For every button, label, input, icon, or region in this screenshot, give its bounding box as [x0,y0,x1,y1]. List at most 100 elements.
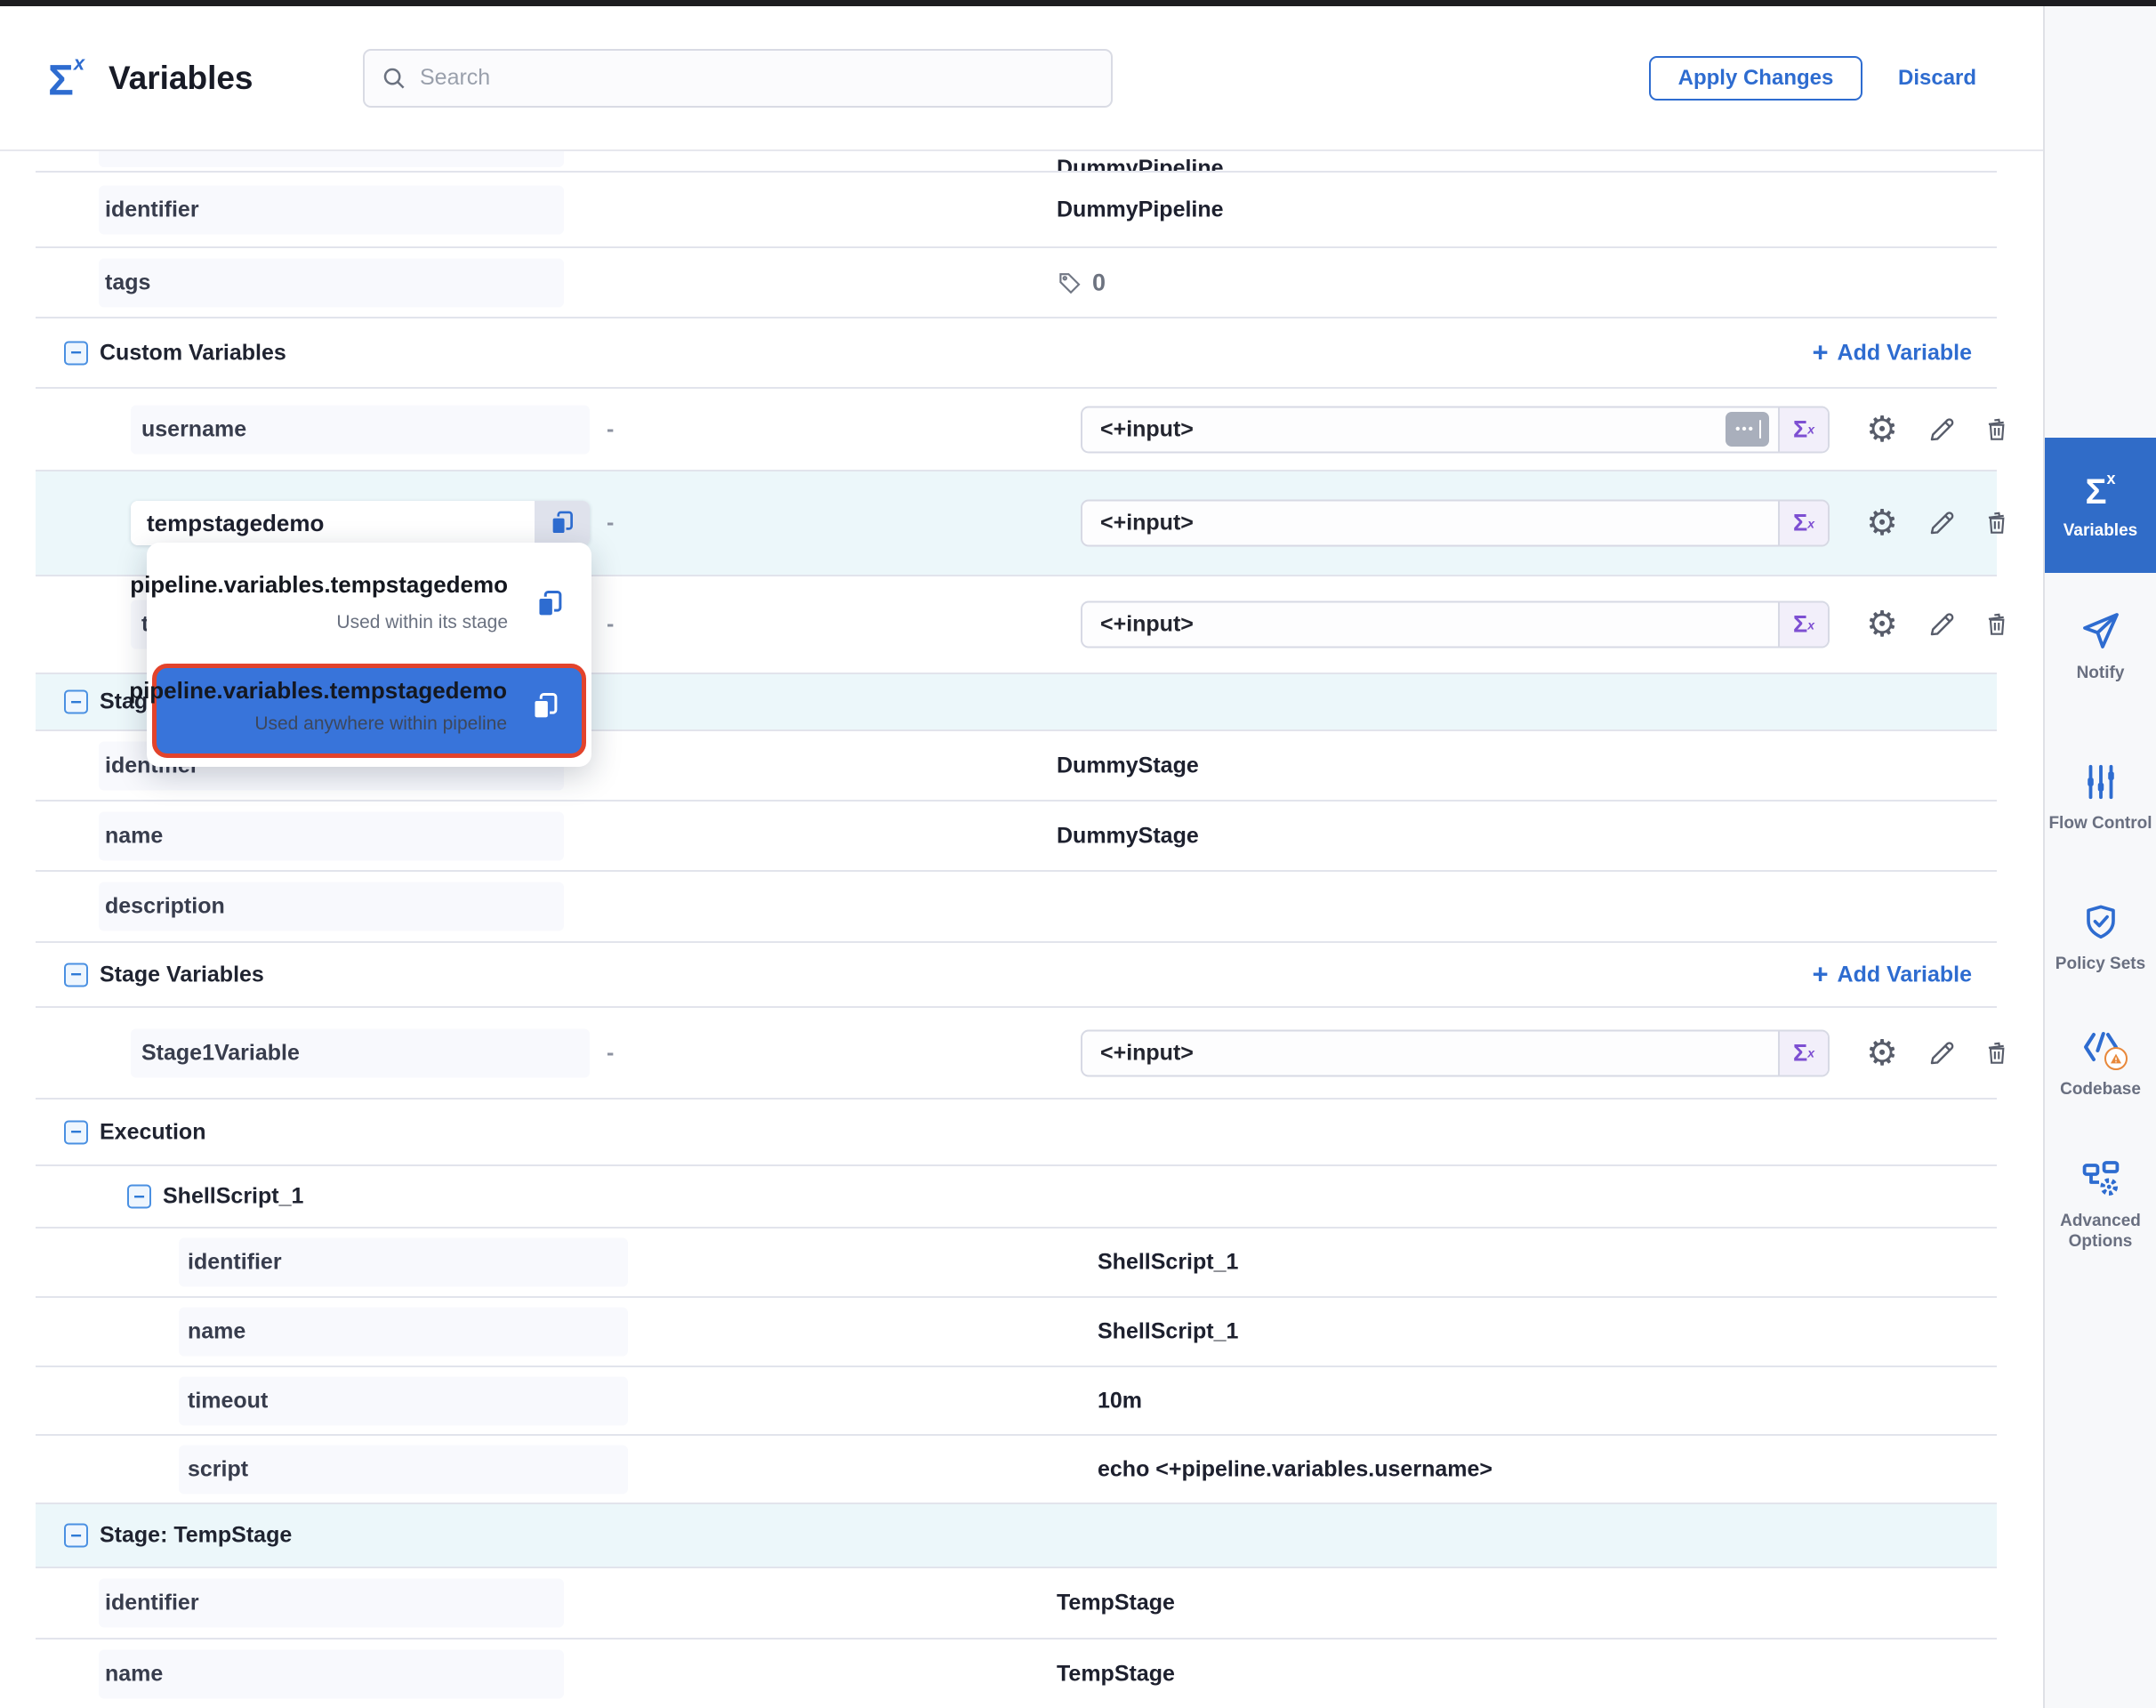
search-box[interactable] [363,49,1113,108]
sidebar-item-notify[interactable]: Notify [2045,595,2156,697]
table-row: name DummyStage [36,802,1997,872]
variables-table: DummyPipeline identifier DummyPipeline t… [36,151,1997,1708]
field-value: DummyStage [1057,823,1199,849]
discard-button[interactable]: Discard [1898,66,1976,91]
delete-variable-button[interactable] [1978,411,2015,448]
variable-type: - [607,1040,614,1066]
variable-value-input[interactable]: <+input> Σx [1081,1029,1830,1076]
section-header-stage-tempstage: − Stage: TempStage [36,1504,1997,1568]
section-title: Custom Variables [100,340,286,366]
variable-settings-button[interactable]: ⚙ [1863,606,1901,643]
field-label: identifier [99,1579,564,1628]
variable-settings-button[interactable]: ⚙ [1863,504,1901,542]
field-value: DummyStage [1057,753,1199,778]
variable-value-input[interactable]: <+input> Σx [1081,500,1830,547]
variable-value-input[interactable]: <+input> ••• Σx [1081,406,1830,453]
copy-name-button[interactable] [535,501,590,545]
section-header-execution: − Execution [36,1100,1997,1166]
field-label: identifier [99,185,564,234]
table-row: script echo <+pipeline.variables.usernam… [36,1436,1997,1504]
variable-settings-button[interactable]: ⚙ [1863,1035,1901,1072]
delete-variable-button[interactable] [1978,606,2015,643]
sidebar-item-advanced-options[interactable]: Advanced Options [2045,1138,2156,1271]
variable-name-field[interactable]: username [131,405,590,454]
variable-row-stage1variable: Stage1Variable - <+input> Σx ⚙ [36,1008,1997,1100]
collapse-icon[interactable]: − [64,341,88,365]
edit-variable-button[interactable] [1923,411,1960,448]
field-value: 10m [1098,1388,1142,1414]
search-icon [381,65,407,92]
variable-type: - [607,416,614,442]
sliders-icon [2080,761,2121,802]
field-label: script [179,1445,628,1494]
expression-text: pipeline.variables.tempstagedemo [129,677,507,705]
variable-type: - [607,511,614,536]
variable-name-field[interactable]: Stage1Variable [131,1028,590,1077]
field-label [99,151,564,167]
table-row: identifier TempStage [36,1568,1997,1640]
collapse-icon[interactable]: − [64,690,88,714]
field-value: TempStage [1057,1591,1175,1616]
collapse-icon[interactable]: − [64,1120,88,1144]
table-row: DummyPipeline [36,151,1997,173]
copy-icon[interactable] [533,587,567,621]
expression-text: pipeline.variables.tempstagedemo [130,571,508,599]
tag-icon [1057,270,1083,296]
section-header-custom-variables: − Custom Variables + Add Variable [36,318,1997,389]
runtime-input-sigma-button[interactable]: Σx [1778,502,1828,545]
table-row: timeout 10m [36,1367,1997,1436]
sigma-variables-icon: Σx [2085,471,2115,510]
add-variable-button[interactable]: + Add Variable [1812,340,1972,366]
runtime-input-sigma-button[interactable]: Σx [1778,1031,1828,1075]
field-label: timeout [179,1376,628,1425]
flowchart-gear-icon [2080,1157,2122,1200]
variable-type: - [607,612,614,638]
section-title: Execution [100,1119,205,1145]
collapse-icon[interactable]: − [127,1185,151,1209]
field-label: tags [99,258,564,307]
collapse-icon[interactable]: − [64,963,88,987]
shield-check-icon [2080,902,2121,943]
add-variable-button[interactable]: + Add Variable [1812,962,1972,987]
delete-variable-button[interactable] [1978,504,2015,542]
browser-top-strip [0,0,2156,6]
runtime-input-sigma-button[interactable]: Σx [1778,603,1828,647]
table-row: identifier DummyPipeline [36,173,1997,248]
edit-variable-button[interactable] [1923,1035,1960,1072]
codebase-icon [2080,1026,2122,1068]
variables-panel-header: Σx Variables Apply Changes Discard [0,6,2043,151]
warning-badge-icon [2104,1047,2128,1070]
field-label: name [99,1649,564,1698]
paper-plane-icon [2080,609,2122,652]
search-input[interactable] [420,65,1095,91]
input-caret-button[interactable]: ••• [1726,412,1769,447]
variable-settings-button[interactable]: ⚙ [1863,411,1901,448]
sidebar-item-flow-control[interactable]: Flow Control [2045,734,2156,860]
field-value: ShellScript_1 [1098,1250,1238,1276]
delete-variable-button[interactable] [1978,1035,2015,1072]
sidebar-item-codebase[interactable]: Codebase [2045,1008,2156,1116]
runtime-input-sigma-button[interactable]: Σx [1778,407,1828,451]
field-value: DummyPipeline [1057,156,1224,173]
step-title: ShellScript_1 [163,1184,303,1210]
plus-icon: + [1812,960,1828,987]
copy-icon[interactable] [528,689,562,723]
sidebar-item-policy-sets[interactable]: Policy Sets [2045,871,2156,1004]
edit-variable-button[interactable] [1923,606,1960,643]
copy-option-stage-scope[interactable]: pipeline.variables.tempstagedemo Used wi… [147,552,591,658]
collapse-icon[interactable]: − [64,1524,88,1548]
variable-name-input[interactable]: tempstagedemo [131,501,590,545]
copy-option-pipeline-scope-selected[interactable]: pipeline.variables.tempstagedemo Used an… [152,664,586,758]
copy-expression-popover: pipeline.variables.tempstagedemo Used wi… [147,543,591,767]
step-header-shellscript: − ShellScript_1 [36,1166,1997,1229]
tags-count: 0 [1057,269,1106,296]
table-row: name TempStage [36,1640,1997,1708]
apply-changes-button[interactable]: Apply Changes [1649,56,1862,101]
section-header-stage-variables: − Stage Variables + Add Variable [36,943,1997,1008]
scope-text: Used within its stage [336,612,508,633]
variable-value-input[interactable]: <+input> Σx [1081,601,1830,649]
table-row: name ShellScript_1 [36,1298,1997,1367]
page-title: Variables [109,60,253,97]
edit-variable-button[interactable] [1923,504,1960,542]
sidebar-item-variables[interactable]: Σx Variables [2045,438,2156,573]
